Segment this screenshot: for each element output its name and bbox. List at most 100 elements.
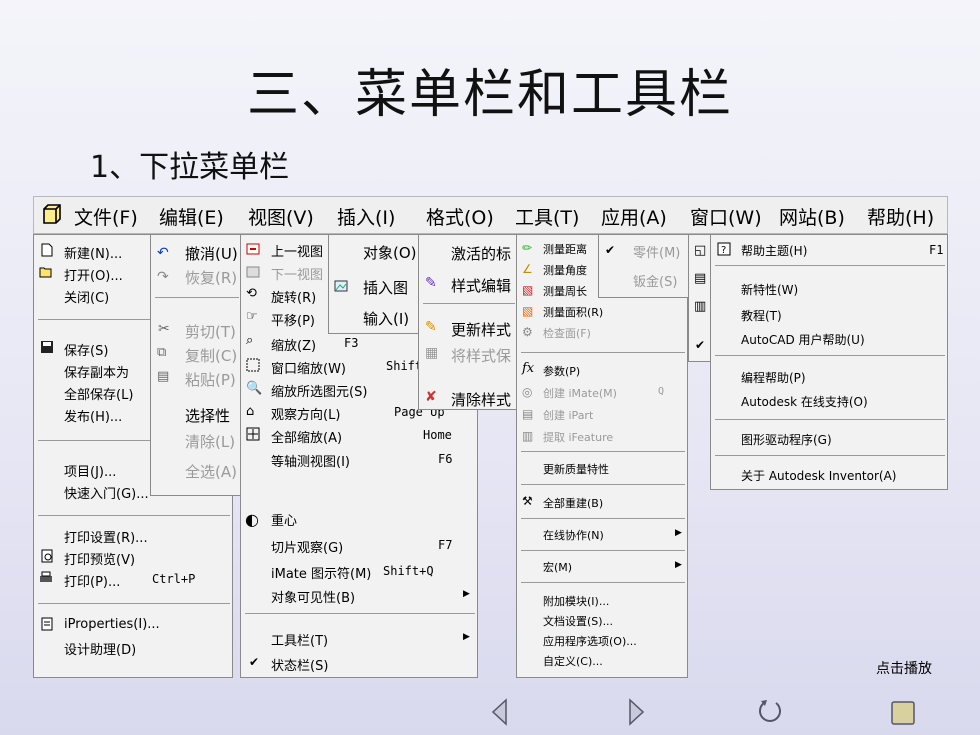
tools-create-ipart[interactable]: 创建 iPart [543, 407, 593, 423]
view-statusbar[interactable]: 状态栏(S) [271, 655, 328, 674]
help-programming[interactable]: 编程帮助(P) [741, 369, 806, 386]
view-object-visibility[interactable]: 对象可见性(B) [271, 587, 355, 606]
help-topics[interactable]: 帮助主题(H) [741, 242, 807, 259]
file-save-copy[interactable]: 保存副本为 [64, 362, 129, 381]
edit-cut[interactable]: 剪切(T) [185, 321, 236, 342]
menu-insert[interactable]: 插入(I) [337, 203, 395, 230]
view-imate-glyph[interactable]: iMate 图示符(M) [271, 563, 371, 582]
menu-file[interactable]: 文件(F) [74, 203, 138, 230]
tools-macro[interactable]: 宏(M) [543, 559, 572, 575]
tools-customize[interactable]: 自定义(C)... [543, 653, 603, 669]
view-look-at[interactable]: 观察方向(L) [271, 404, 340, 423]
tools-extract-ifeature[interactable]: 提取 iFeature [543, 429, 613, 445]
file-publish[interactable]: 发布(H)... [64, 406, 122, 425]
file-print[interactable]: 打印(P)... [64, 571, 120, 590]
play-label[interactable]: 点击播放 [876, 658, 932, 678]
format-purge-style[interactable]: 清除样式 [451, 389, 511, 410]
pan-icon: ☞ [246, 309, 258, 324]
file-print-setup[interactable]: 打印设置(R)... [64, 527, 148, 546]
create-ipart-icon: ▤ [522, 407, 534, 421]
zoom-shortcut: F3 [344, 336, 359, 350]
apps-sheet-metal[interactable]: 钣金(S) [633, 271, 677, 290]
view-iso[interactable]: 等轴测视图(I) [271, 451, 350, 470]
menu-tools[interactable]: 工具(T) [515, 203, 579, 230]
file-open[interactable]: 打开(O)... [64, 265, 123, 284]
view-zoom[interactable]: 缩放(Z) [271, 335, 316, 354]
edit-select-all[interactable]: 全选(A) [185, 461, 237, 482]
paste-icon: ▤ [157, 369, 170, 384]
tools-parameters[interactable]: 参数(P) [543, 363, 580, 379]
format-active-standard[interactable]: 激活的标 [451, 243, 511, 264]
help-graphics-driver[interactable]: 图形驱动程序(G) [741, 431, 832, 448]
tools-measure-distance[interactable]: 测量距离 [543, 241, 587, 257]
tools-app-options[interactable]: 应用程序选项(O)... [543, 633, 637, 649]
next-view-icon [246, 266, 260, 278]
file-save-all[interactable]: 全部保存(L) [64, 384, 133, 403]
format-update-style[interactable]: 更新样式 [451, 319, 511, 340]
look-at-icon: ⌂ [246, 404, 255, 419]
edit-select[interactable]: 选择性 [185, 405, 230, 426]
view-pan[interactable]: 平移(P) [271, 310, 315, 329]
next-slide-icon[interactable] [626, 697, 646, 727]
tools-measure-area[interactable]: 测量面积(R) [543, 304, 603, 320]
file-project[interactable]: 项目(J)... [64, 461, 116, 480]
insert-image[interactable]: 插入图 [363, 277, 408, 298]
tools-document-settings[interactable]: 文档设置(S)... [543, 613, 613, 629]
insert-object[interactable]: 对象(O) [363, 242, 417, 263]
file-design-assistant[interactable]: 设计助理(D) [64, 639, 136, 658]
tools-measure-angle[interactable]: 测量角度 [543, 262, 587, 278]
file-quickstart[interactable]: 快速入门(G)... [64, 483, 149, 502]
tools-online-collab[interactable]: 在线协作(N) [543, 527, 604, 543]
help-online-support[interactable]: Autodesk 在线支持(O) [741, 393, 868, 410]
separator [245, 613, 475, 614]
view-zoom-all[interactable]: 全部缩放(A) [271, 427, 342, 446]
insert-import[interactable]: 输入(I) [363, 308, 409, 329]
view-prev[interactable]: 上一视图 [271, 241, 323, 260]
edit-undo[interactable]: 撤消(U) [185, 243, 238, 264]
style-editor-icon: ✎ [425, 275, 437, 291]
menu-website[interactable]: 网站(B) [779, 203, 845, 230]
return-icon[interactable] [754, 697, 786, 727]
file-close[interactable]: 关闭(C) [64, 287, 109, 306]
view-zoom-selected[interactable]: 缩放所选图元(S) [271, 381, 367, 400]
tools-check-face[interactable]: 检查面(F) [543, 325, 591, 341]
edit-clear[interactable]: 清除(L) [185, 431, 235, 452]
tools-create-imate[interactable]: 创建 iMate(M) [543, 385, 617, 401]
file-save[interactable]: 保存(S) [64, 340, 108, 359]
stop-slideshow-icon[interactable] [890, 700, 916, 726]
edit-redo[interactable]: 恢复(R) [185, 267, 237, 288]
help-autocad-user[interactable]: AutoCAD 用户帮助(U) [741, 331, 865, 348]
separator [521, 484, 685, 485]
format-save-style[interactable]: 将样式保 [451, 345, 511, 366]
prev-slide-icon[interactable] [490, 697, 510, 727]
view-center-gravity[interactable]: 重心 [271, 510, 297, 529]
menu-help[interactable]: 帮助(H) [867, 203, 934, 230]
file-print-preview[interactable]: 打印预览(V) [64, 549, 135, 568]
menu-edit[interactable]: 编辑(E) [159, 203, 224, 230]
tools-rebuild-all[interactable]: 全部重建(B) [543, 495, 603, 511]
view-window-zoom[interactable]: 窗口缩放(W) [271, 358, 346, 377]
menu-format[interactable]: 格式(O) [426, 203, 494, 230]
apps-part[interactable]: 零件(M) [633, 242, 680, 261]
menu-view[interactable]: 视图(V) [248, 203, 314, 230]
view-rotate[interactable]: 旋转(R) [271, 287, 316, 306]
file-new[interactable]: 新建(N)... [64, 243, 122, 262]
tile-icon: ▥ [694, 299, 707, 314]
tools-measure-perimeter[interactable]: 测量周长 [543, 283, 587, 299]
tools-addins[interactable]: 附加模块(I)... [543, 593, 609, 609]
format-style-editor[interactable]: 样式编辑 [451, 275, 511, 296]
help-tutorials[interactable]: 教程(T) [741, 307, 782, 324]
tools-update-mass[interactable]: 更新质量特性 [543, 461, 609, 477]
view-slice[interactable]: 切片观察(G) [271, 537, 343, 556]
view-toolbar[interactable]: 工具栏(T) [271, 630, 328, 649]
view-next[interactable]: 下一视图 [271, 264, 323, 283]
center-of-gravity-icon: ◐ [245, 510, 259, 529]
edit-copy[interactable]: 复制(C) [185, 345, 237, 366]
menu-apps[interactable]: 应用(A) [601, 203, 667, 230]
svg-text:?: ? [721, 245, 726, 256]
help-whats-new[interactable]: 新特性(W) [741, 281, 798, 298]
edit-paste[interactable]: 粘贴(P) [185, 369, 236, 390]
help-about[interactable]: 关于 Autodesk Inventor(A) [741, 467, 896, 484]
menu-window[interactable]: 窗口(W) [690, 203, 762, 230]
file-iproperties[interactable]: iProperties(I)... [64, 617, 160, 632]
